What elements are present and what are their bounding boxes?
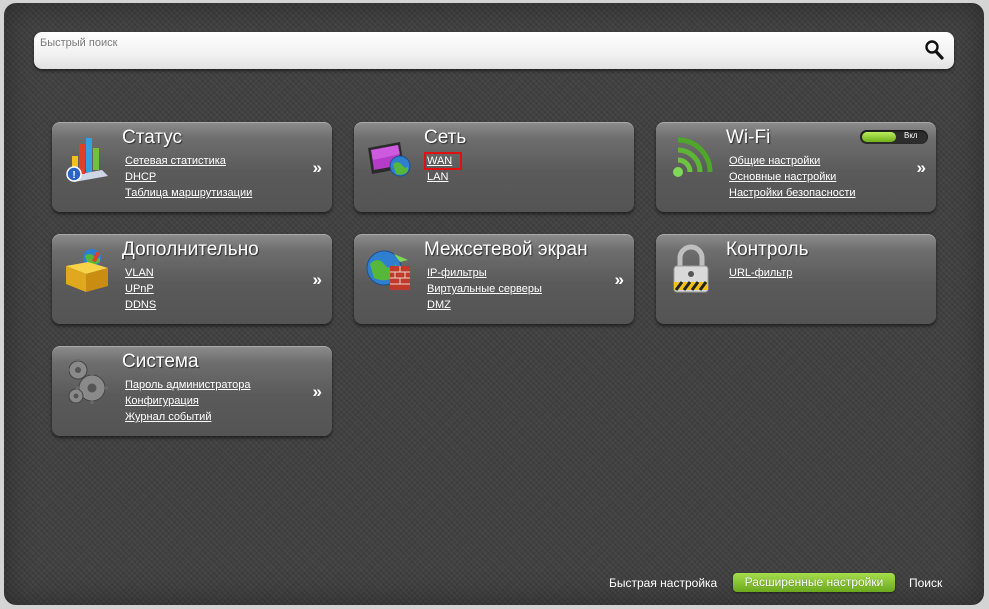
tile-wifi-title: Wi-Fi: [726, 127, 771, 148]
link-upnp[interactable]: UPnP: [125, 283, 154, 295]
tile-system-title: Система: [122, 351, 199, 372]
globe-firewall-icon: [366, 250, 410, 290]
box-icon: [66, 249, 108, 292]
link-virtual-servers[interactable]: Виртуальные серверы: [427, 283, 542, 295]
link-event-log[interactable]: Журнал событий: [125, 411, 211, 423]
search-icon[interactable]: [924, 39, 944, 61]
wifi-icon: [673, 137, 713, 177]
link-network-statistics[interactable]: Сетевая статистика: [125, 155, 226, 167]
quick-search-input[interactable]: [40, 34, 900, 52]
link-url-filter[interactable]: URL-фильтр: [729, 267, 792, 279]
tile-advanced-links: VLAN UPnP DDNS: [125, 264, 156, 312]
tile-system: Система Пароль администратора Конфигурац…: [52, 346, 332, 436]
tile-status: ! Статус Сетевая статистика DHCP Таблица…: [52, 122, 332, 212]
svg-text:!: !: [72, 170, 75, 181]
gears-icon: [67, 359, 108, 404]
quick-search-bar: [34, 32, 954, 69]
nav-search[interactable]: Поиск: [909, 576, 942, 590]
tile-firewall-title: Межсетевой экран: [424, 239, 588, 260]
nav-advanced-settings[interactable]: Расширенные настройки: [733, 573, 895, 592]
bottom-nav-quick-setup-wrap: Быстрая настройка: [609, 573, 717, 593]
tile-status-links: Сетевая статистика DHCP Таблица маршрути…: [125, 152, 252, 200]
tile-advanced-title: Дополнительно: [122, 239, 259, 260]
link-admin-password[interactable]: Пароль администратора: [125, 379, 251, 391]
bar-chart-icon: !: [66, 138, 108, 182]
link-lan[interactable]: LAN: [427, 171, 448, 183]
link-wifi-general-settings[interactable]: Общие настройки: [729, 155, 820, 167]
tile-network: Сеть WAN LAN: [354, 122, 634, 212]
link-dmz[interactable]: DMZ: [427, 299, 451, 311]
wifi-toggle-knob: [862, 132, 896, 142]
link-wifi-security-settings[interactable]: Настройки безопасности: [729, 187, 856, 199]
tile-system-links: Пароль администратора Конфигурация Журна…: [125, 376, 251, 424]
wifi-toggle-label: Вкл: [904, 131, 918, 140]
tile-firewall-arrow[interactable]: »: [615, 270, 624, 290]
tile-system-arrow[interactable]: »: [313, 382, 322, 402]
tile-firewall: Межсетевой экран IP-фильтры Виртуальные …: [354, 234, 634, 324]
link-ddns[interactable]: DDNS: [125, 299, 156, 311]
tile-status-title: Статус: [122, 127, 183, 148]
link-dhcp[interactable]: DHCP: [125, 171, 156, 183]
tile-network-title: Сеть: [424, 127, 467, 148]
tile-network-links: WAN LAN: [423, 152, 463, 184]
link-ip-filters[interactable]: IP-фильтры: [427, 267, 487, 279]
bottom-nav-search-wrap: Поиск: [909, 573, 942, 593]
tile-wifi: Wi-Fi Вкл Общие настройки Основные настр…: [656, 122, 936, 212]
tile-firewall-links: IP-фильтры Виртуальные серверы DMZ: [427, 264, 542, 312]
wifi-toggle[interactable]: Вкл: [860, 130, 928, 144]
monitor-globe-icon: [368, 142, 411, 177]
link-vlan[interactable]: VLAN: [125, 267, 154, 279]
link-routing-table[interactable]: Таблица маршрутизации: [125, 187, 252, 199]
tile-control-links: URL-фильтр: [729, 264, 792, 280]
nav-quick-setup[interactable]: Быстрая настройка: [609, 576, 717, 590]
tile-wifi-arrow[interactable]: »: [917, 158, 926, 178]
tile-advanced: Дополнительно VLAN UPnP DDNS »: [52, 234, 332, 324]
link-wan[interactable]: WAN: [423, 152, 463, 170]
padlock-icon: [673, 244, 709, 293]
link-configuration[interactable]: Конфигурация: [125, 395, 199, 407]
tile-control-title: Контроль: [726, 239, 809, 260]
tile-status-arrow[interactable]: »: [313, 158, 322, 178]
link-wifi-basic-settings[interactable]: Основные настройки: [729, 171, 836, 183]
tile-advanced-arrow[interactable]: »: [313, 270, 322, 290]
tile-control: Контроль URL-фильтр: [656, 234, 936, 324]
tile-wifi-links: Общие настройки Основные настройки Настр…: [729, 152, 856, 200]
